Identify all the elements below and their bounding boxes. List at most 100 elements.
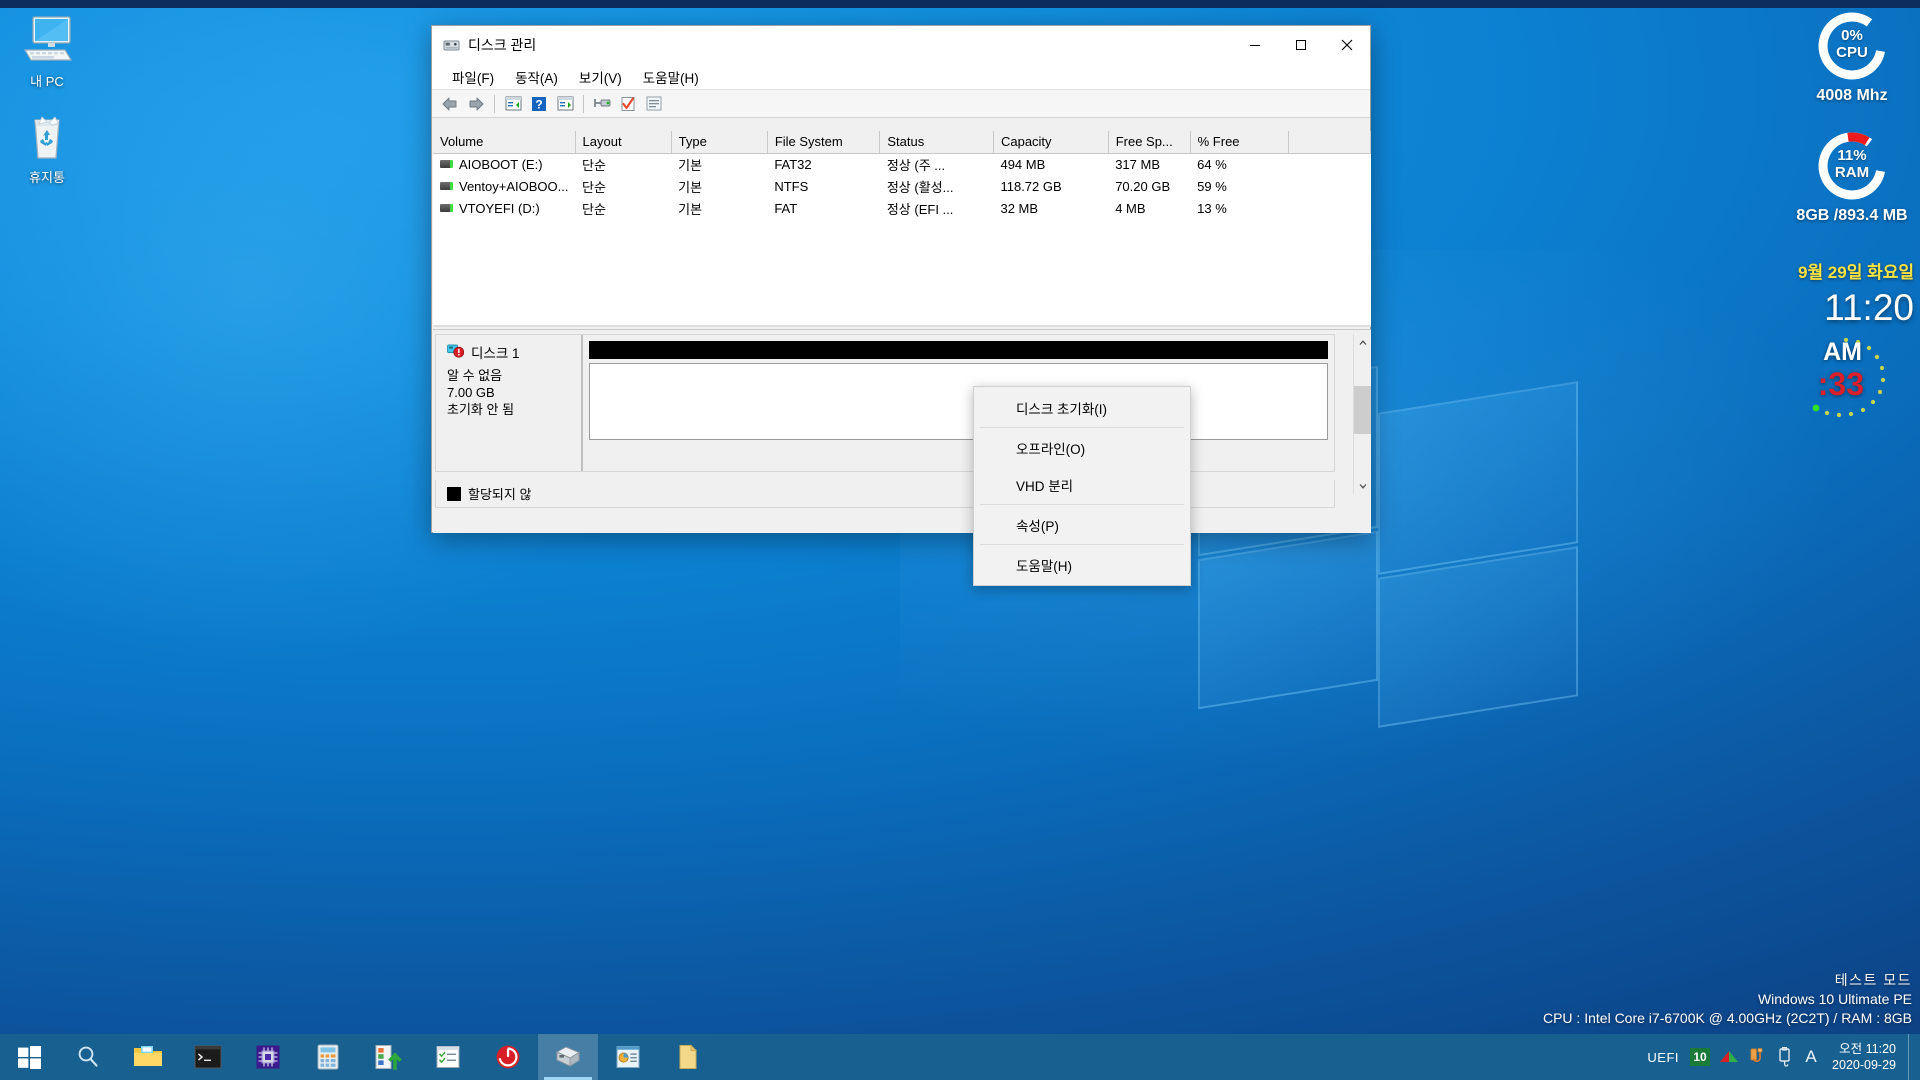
properties-icon (621, 96, 635, 111)
taskbar-item-calculator[interactable] (298, 1034, 358, 1080)
column-header-type[interactable]: Type (671, 131, 768, 154)
column-header-layout[interactable]: Layout (575, 131, 672, 154)
tray-clock[interactable]: 오전 11:20 2020-09-29 (1824, 1034, 1908, 1080)
search-icon (78, 1046, 98, 1067)
taskbar-item-installer[interactable] (358, 1034, 418, 1080)
show-console-tree-button[interactable] (501, 92, 525, 116)
scroll-down-button[interactable] (1354, 477, 1371, 494)
menu-file[interactable]: 파일(F) (443, 64, 503, 90)
table-row[interactable]: AIOBOOT (E:) 단순 기본 FAT32 정상 (주 ... 494 M… (433, 153, 1371, 175)
menu-action[interactable]: 동작(A) (506, 64, 567, 90)
monitor-icon (0, 14, 94, 70)
context-menu-item-offline[interactable]: 오프라인(O) (974, 429, 1190, 466)
tray-usb-safely-remove-button[interactable] (1744, 1034, 1772, 1080)
back-arrow-icon (442, 97, 457, 110)
taskbar-item-command-prompt[interactable] (178, 1034, 238, 1080)
usb-safely-remove-icon (1750, 1048, 1763, 1063)
help-button[interactable]: ? (527, 92, 551, 116)
show-list-button[interactable] (642, 92, 666, 116)
column-header-status[interactable]: Status (879, 131, 994, 154)
window-menubar[interactable]: 파일(F) 동작(A) 보기(V) 도움말(H) (432, 64, 1370, 90)
taskbar-item-file-explorer[interactable] (118, 1034, 178, 1080)
desktop-icon-label: 내 PC (30, 74, 64, 89)
table-row[interactable]: VTOYEFI (D:) 단순 기본 FAT 정상 (EFI ... 32 MB… (433, 197, 1371, 219)
menu-help[interactable]: 도움말(H) (634, 64, 708, 90)
start-button[interactable] (0, 1034, 58, 1080)
close-button[interactable] (1324, 26, 1370, 64)
scroll-up-button[interactable] (1354, 334, 1371, 351)
context-menu-item-properties[interactable]: 속성(P) (974, 506, 1190, 543)
command-prompt-icon (194, 1045, 222, 1069)
cell-file-system: FAT32 (774, 156, 812, 172)
cell-layout: 단순 (582, 157, 606, 173)
column-header-file-system[interactable]: File System (767, 131, 881, 154)
tray-usb-eject-button[interactable] (1772, 1034, 1798, 1080)
clock-gadget: 9월 29일 화요일 11:20 AM :33 (1660, 258, 1920, 418)
disk-size-label: 7.00 GB (447, 385, 495, 400)
table-row[interactable]: Ventoy+AIOBOO... 단순 기본 NTFS 정상 (활성... 11… (433, 175, 1371, 197)
tray-ime-button[interactable]: A (1798, 1034, 1824, 1080)
svg-text:?: ? (535, 97, 542, 111)
maximize-button[interactable] (1278, 26, 1324, 64)
show-action-pane-button[interactable] (553, 92, 577, 116)
scrollbar-thumb[interactable] (1354, 386, 1371, 434)
tray-build-badge[interactable]: 10 (1686, 1034, 1714, 1080)
disk-context-menu[interactable]: 디스크 초기화(I) 오프라인(O) VHD 분리 속성(P) 도움말(H) (973, 386, 1191, 586)
disk-partition-area[interactable] (583, 335, 1334, 471)
volume-table-header-row: Volume Layout Type File System Status Ca… (433, 131, 1372, 154)
taskbar-item-disk-management[interactable] (538, 1034, 598, 1080)
taskbar-item-disk-info[interactable] (598, 1034, 658, 1080)
back-button[interactable] (438, 92, 462, 116)
cell-volume: VTOYEFI (D:) (433, 197, 575, 219)
system-tray[interactable]: UEFI 10 A 오전 11:20 2020-09-29 (1640, 1034, 1920, 1080)
graphical-view-scrollbar[interactable] (1353, 334, 1371, 494)
recycle-bin-icon (0, 110, 94, 166)
disk-info-icon (616, 1046, 640, 1068)
taskbar-item-cpu-z[interactable] (238, 1034, 298, 1080)
window-titlebar[interactable]: 디스크 관리 (432, 26, 1370, 64)
forward-button[interactable] (464, 92, 488, 116)
toolbar-separator (583, 94, 584, 113)
column-header-volume[interactable]: Volume (433, 131, 576, 154)
screen-top-strip (0, 0, 1920, 8)
taskbar-item-folder[interactable] (658, 1034, 718, 1080)
show-desktop-button[interactable] (1908, 1034, 1916, 1080)
taskbar-item-power[interactable] (478, 1034, 538, 1080)
cpu-gauge-ring (1818, 12, 1886, 80)
taskbar-item-search[interactable] (58, 1034, 118, 1080)
volume-table[interactable]: Volume Layout Type File System Status Ca… (433, 131, 1372, 219)
properties-button[interactable] (616, 92, 640, 116)
context-menu-item-detach-vhd[interactable]: VHD 분리 (974, 466, 1190, 503)
volume-list-pane[interactable]: Volume Layout Type File System Status Ca… (433, 131, 1372, 327)
disk-header-disk-1[interactable]: 디스크 1 알 수 없음 7.00 GB 초기화 안 됨 (436, 335, 583, 471)
taskbar[interactable]: UEFI 10 A 오전 11:20 2020-09-29 (0, 1034, 1920, 1080)
disk-row-disk-1[interactable]: 디스크 1 알 수 없음 7.00 GB 초기화 안 됨 (435, 334, 1335, 472)
column-header-capacity[interactable]: Capacity (993, 131, 1109, 154)
usb-eject-icon (1779, 1047, 1790, 1067)
tray-network-button[interactable] (1714, 1034, 1744, 1080)
desktop-icon-my-pc[interactable]: 내 PC (0, 14, 94, 90)
graphical-view-pane[interactable]: 디스크 1 알 수 없음 7.00 GB 초기화 안 됨 할당되지 않 (433, 329, 1371, 533)
column-header-percent-free[interactable]: % Free (1190, 131, 1289, 154)
column-header-spare[interactable] (1288, 131, 1372, 154)
watermark-test-mode: 테스트 모드 (1834, 972, 1912, 988)
show-console-tree-icon (505, 96, 521, 111)
legend-unallocated-label: 할당되지 않 (468, 487, 532, 502)
cell-free-space: 317 MB (1115, 156, 1160, 172)
cell-volume: AIOBOOT (E:) (433, 153, 575, 175)
taskbar-item-notepad-list[interactable] (418, 1034, 478, 1080)
disk-management-window[interactable]: 디스크 관리 파일(F) 동작(A) 보기(V) 도움말(H) ? Volume… (431, 25, 1372, 586)
window-toolbar[interactable]: ? (432, 90, 1370, 118)
cell-capacity: 32 MB (1000, 200, 1039, 216)
desktop[interactable]: 내 PC 휴지통 0% CPU 4008 Mhz 11% RAM 8GB /89… (0, 0, 1920, 1080)
context-menu-item-initialize-disk[interactable]: 디스크 초기화(I) (974, 389, 1190, 426)
desktop-icon-recycle-bin[interactable]: 휴지통 (0, 110, 94, 186)
menu-view[interactable]: 보기(V) (570, 64, 631, 90)
context-menu-item-help[interactable]: 도움말(H) (974, 546, 1190, 583)
unallocated-partition-block[interactable] (589, 363, 1328, 440)
rescan-disks-button[interactable] (590, 92, 614, 116)
minimize-button[interactable] (1232, 26, 1278, 64)
column-header-free-space[interactable]: Free Sp... (1108, 131, 1191, 154)
context-menu-separator (980, 504, 1184, 505)
ram-gauge-ring (1818, 132, 1886, 200)
